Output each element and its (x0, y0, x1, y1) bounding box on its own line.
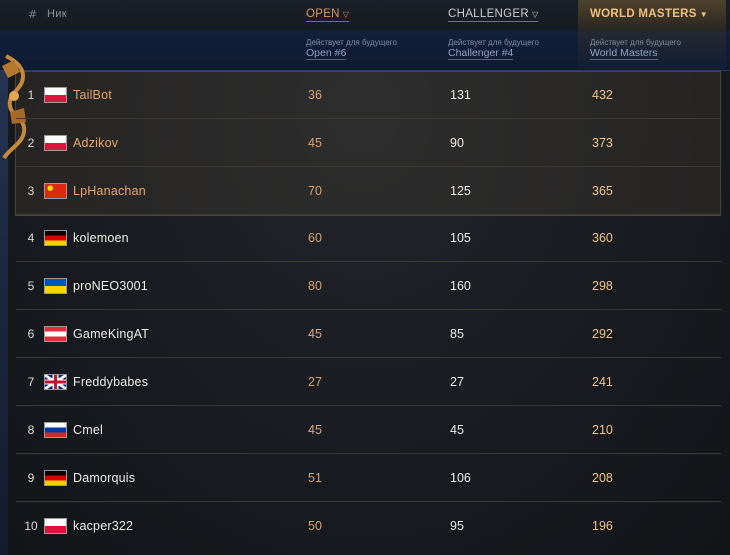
rank-number: 6 (27, 327, 35, 341)
caret-down-icon: ▼ (699, 10, 708, 19)
world-masters-score: 432 (592, 88, 613, 102)
chevron-down-icon: ▽ (342, 10, 350, 19)
germany-flag-icon (44, 230, 67, 246)
player-name-link[interactable]: TailBot (73, 88, 112, 102)
chevron-down-icon: ▽ (531, 10, 539, 19)
world-masters-score: 373 (592, 136, 613, 150)
player-name-link[interactable]: proNEO3001 (73, 279, 148, 293)
open-score: 45 (308, 327, 322, 341)
world-masters-score: 208 (592, 471, 613, 485)
challenger-score: 90 (450, 136, 464, 150)
open-score: 51 (308, 471, 322, 485)
open-score: 80 (308, 279, 322, 293)
world-masters-column-label: WORLD MASTERS (590, 8, 697, 20)
world-masters-tournament-link[interactable]: World Masters (590, 47, 658, 60)
player-name-link[interactable]: GameKingAT (73, 327, 149, 341)
challenger-score: 160 (450, 279, 471, 293)
world-masters-score: 298 (592, 279, 613, 293)
challenger-score: 105 (450, 231, 471, 245)
world-masters-score: 292 (592, 327, 613, 341)
sort-world-masters-column[interactable]: WORLD MASTERS ▼ (590, 8, 708, 21)
world-masters-score: 241 (592, 375, 613, 389)
table-row[interactable]: 1 TailBot 36 131 432 (0, 71, 730, 119)
rank-number: 9 (27, 471, 35, 485)
rank-number: 3 (27, 184, 35, 198)
rank-number: 5 (27, 279, 35, 293)
challenger-score: 27 (450, 375, 464, 389)
table-row[interactable]: 8 Cmel 45 45 210 (0, 406, 730, 454)
open-score: 60 (308, 231, 322, 245)
player-name-link[interactable]: Cmel (73, 423, 103, 437)
china-flag-icon (44, 183, 67, 199)
open-column-label: OPEN (306, 8, 340, 20)
uk-flag-icon (44, 374, 67, 390)
rank-number: 7 (27, 375, 35, 389)
player-name-link[interactable]: Adzikov (73, 136, 118, 150)
world-masters-score: 360 (592, 231, 613, 245)
player-name-link[interactable]: kacper322 (73, 519, 133, 533)
table-row[interactable]: 3 LpHanachan 70 125 365 (0, 167, 730, 215)
table-row[interactable]: 4 kolemoen 60 105 360 (0, 214, 730, 262)
player-name-link[interactable]: Damorquis (73, 471, 135, 485)
challenger-column-label: CHALLENGER (448, 8, 529, 20)
table-row[interactable]: 6 GameKingAT 45 85 292 (0, 310, 730, 358)
player-name-link[interactable]: kolemoen (73, 231, 129, 245)
open-score: 50 (308, 519, 322, 533)
rank-number: 4 (27, 231, 35, 245)
table-row[interactable]: 5 proNEO3001 80 160 298 (0, 262, 730, 310)
rank-number: 1 (27, 88, 35, 102)
challenger-score: 125 (450, 184, 471, 198)
player-name-link[interactable]: LpHanachan (73, 184, 146, 198)
poland-flag-icon (44, 135, 67, 151)
russia-flag-icon (44, 422, 67, 438)
open-score: 45 (308, 136, 322, 150)
challenger-score: 45 (450, 423, 464, 437)
table-row[interactable]: 9 Damorquis 51 106 208 (0, 454, 730, 502)
austria-flag-icon (44, 326, 67, 342)
rank-number: 2 (27, 136, 35, 150)
challenger-tournament-link[interactable]: Challenger #4 (448, 47, 514, 60)
rank-number: 8 (27, 423, 35, 437)
germany-flag-icon (44, 470, 67, 486)
challenger-sub-caption: Действует для будущего (448, 38, 539, 47)
rank-column-header: # (28, 8, 38, 21)
challenger-score: 106 (450, 471, 471, 485)
world-masters-score: 196 (592, 519, 613, 533)
table-row[interactable]: 10 kacper322 50 95 196 (0, 502, 730, 550)
open-tournament-link[interactable]: Open #6 (306, 47, 347, 60)
challenger-score: 85 (450, 327, 464, 341)
world-masters-score: 365 (592, 184, 613, 198)
open-score: 45 (308, 423, 322, 437)
challenger-score: 95 (450, 519, 464, 533)
world-masters-sub-caption: Действует для будущего (590, 38, 681, 47)
sort-challenger-column[interactable]: CHALLENGER ▽ (448, 8, 539, 22)
open-sub-caption: Действует для будущего (306, 38, 397, 47)
poland-flag-icon (44, 518, 67, 534)
open-score: 70 (308, 184, 322, 198)
world-masters-score: 210 (592, 423, 613, 437)
ukraine-flag-icon (44, 278, 67, 294)
open-score: 27 (308, 375, 322, 389)
open-score: 36 (308, 88, 322, 102)
player-name-link[interactable]: Freddybabes (73, 375, 148, 389)
table-row[interactable]: 7 Freddybabes 27 27 241 (0, 358, 730, 406)
nick-column-header: Ник (47, 8, 67, 20)
table-row[interactable]: 2 Adzikov 45 90 373 (0, 119, 730, 167)
poland-flag-icon (44, 87, 67, 103)
sort-open-column[interactable]: OPEN ▽ (306, 8, 350, 22)
rank-number: 10 (24, 519, 38, 533)
challenger-score: 131 (450, 88, 471, 102)
